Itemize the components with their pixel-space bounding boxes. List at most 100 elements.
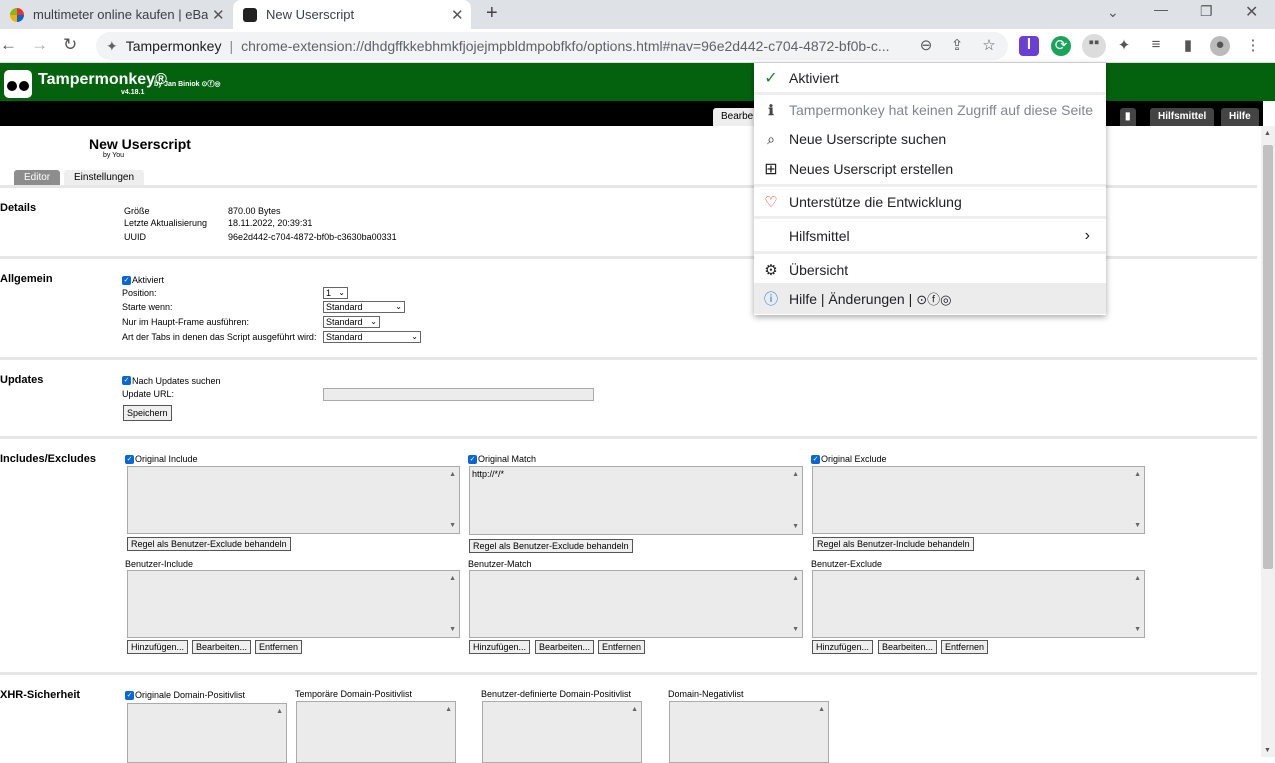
user-exclude-textarea[interactable]: ▲ ▼ <box>812 570 1145 638</box>
chevron-right-icon: › <box>1084 227 1090 244</box>
edit-button[interactable]: Bearbeiten... <box>192 640 252 654</box>
add-button[interactable]: Hinzufügen... <box>127 640 189 654</box>
menu-kebab-icon[interactable]: ⋮ <box>1243 36 1263 56</box>
close-window-icon[interactable]: ✕ <box>1245 2 1258 22</box>
treat-as-include-button[interactable]: Regel als Benutzer-Include behandeln <box>813 537 974 551</box>
divider <box>0 672 1257 675</box>
script-author: by You <box>103 152 125 159</box>
info-i-icon: ℹ <box>768 101 774 118</box>
remove-button[interactable]: Entfernen <box>598 640 646 654</box>
user-exclude-label: Benutzer-Exclude <box>811 559 883 569</box>
original-domain-textarea[interactable]: ▲ <box>127 703 287 763</box>
updates-checkbox[interactable]: ✓ <box>122 376 131 385</box>
edit-button[interactable]: Bearbeiten... <box>535 640 595 654</box>
browser-tab-ebay[interactable]: multimeter online kaufen | eBay ✕ <box>0 0 233 29</box>
search-icon: ⌕ <box>767 130 775 147</box>
scroll-down-icon[interactable]: ▼ <box>1264 747 1271 754</box>
edit-button[interactable]: Bearbeiten... <box>878 640 938 654</box>
forward-icon[interactable]: → <box>31 35 48 55</box>
temp-domain-textarea[interactable]: ▲ <box>296 701 456 763</box>
section-updates: Updates <box>0 374 44 386</box>
menu-label: Neue Userscripte suchen <box>789 131 947 147</box>
menu-label: Hilfe | Änderungen | <box>789 290 913 307</box>
menu-item-find-scripts[interactable]: ⌕ Neue Userscripte suchen <box>754 125 1106 153</box>
subtab-settings[interactable]: Einstellungen <box>64 170 145 186</box>
save-button[interactable]: Speichern <box>123 405 172 421</box>
plus-box-icon: ⊞ <box>764 161 778 178</box>
update-url-label: Update URL: <box>122 389 175 399</box>
share-icon[interactable]: ⇪ <box>947 36 967 56</box>
menu-item-hilfsmittel[interactable]: Hilfsmittel › <box>754 222 1106 250</box>
back-icon[interactable]: ← <box>0 35 17 55</box>
original-domain-checkbox[interactable]: ✓ <box>125 691 134 700</box>
url-text: chrome-extension://dhdgffkkebhmkfjojejmp… <box>241 38 890 54</box>
extension-name: Tampermonkey <box>125 38 222 54</box>
browser-tab-strip: multimeter online kaufen | eBay ✕ New Us… <box>0 0 1275 29</box>
side-panel-icon[interactable]: ▮ <box>1178 36 1198 56</box>
close-tab-icon[interactable]: ✕ <box>212 6 225 24</box>
trash-tab-icon[interactable]: ▮ <box>1120 108 1136 126</box>
negative-domain-textarea[interactable]: ▲ <box>669 701 829 763</box>
tab-hilfsmittel[interactable]: Hilfsmittel <box>1150 108 1215 126</box>
reload-icon[interactable]: ↻ <box>63 35 77 55</box>
original-include-checkbox[interactable]: ✓ <box>125 455 134 464</box>
address-bar[interactable]: ✦ Tampermonkey | chrome-extension://dhdg… <box>96 32 1008 60</box>
original-domain-label: Originale Domain-Positivlist <box>135 690 246 700</box>
original-match-label: Original Match <box>478 454 537 464</box>
original-match-textarea[interactable]: http://*/* ▲ ▼ <box>469 466 803 535</box>
menu-item-help[interactable]: ⓘ Hilfe | Änderungen | ⊙ⓕ◎ <box>754 283 1106 314</box>
original-include-textarea[interactable]: ▲ ▼ <box>127 466 460 534</box>
tm-author: by Jan Biniok ⊙ⓕ◎ <box>154 81 221 88</box>
tab-search-icon[interactable]: ⌄ <box>1107 4 1119 21</box>
scrollbar-thumb[interactable] <box>1263 145 1273 569</box>
aktiviert-checkbox[interactable]: ✓ <box>122 276 131 285</box>
check-icon: ✓ <box>764 70 778 87</box>
menu-separator <box>754 92 1106 95</box>
zoom-icon[interactable]: ⊖ <box>916 36 936 56</box>
menu-separator <box>754 251 1106 254</box>
original-exclude-textarea[interactable]: ▲ ▼ <box>812 466 1145 534</box>
remove-button[interactable]: Entfernen <box>941 640 989 654</box>
tab-hilfe[interactable]: Hilfe <box>1221 108 1259 126</box>
starte-select[interactable]: Standard ⌄ <box>323 301 405 313</box>
tabs-select[interactable]: Standard ⌄ <box>323 331 421 343</box>
profile-avatar[interactable]: ● <box>1210 36 1230 56</box>
user-domain-textarea[interactable]: ▲ <box>482 701 642 763</box>
menu-item-aktiviert[interactable]: ✓ Aktiviert <box>754 64 1106 92</box>
tab-title: multimeter online kaufen | eBay <box>33 7 208 22</box>
user-include-textarea[interactable]: ▲ ▼ <box>127 570 460 638</box>
tab-title: New Userscript <box>266 7 355 22</box>
add-button[interactable]: Hinzufügen... <box>812 640 874 654</box>
menu-item-overview[interactable]: ⚙ Übersicht <box>754 256 1106 284</box>
extensions-puzzle-icon[interactable]: ✦ <box>1114 36 1134 56</box>
original-match-checkbox[interactable]: ✓ <box>468 455 477 464</box>
original-exclude-checkbox[interactable]: ✓ <box>811 455 820 464</box>
section-allgemein: Allgemein <box>0 273 53 285</box>
restore-icon[interactable]: ❐ <box>1200 3 1213 20</box>
scroll-up-icon[interactable]: ▲ <box>1264 130 1271 137</box>
new-tab-button[interactable]: + <box>486 2 498 25</box>
browser-tab-userscript[interactable]: New Userscript ✕ <box>233 0 471 29</box>
minimize-icon[interactable]: — <box>1154 1 1168 17</box>
divider <box>0 436 1257 439</box>
social-icons[interactable]: ⊙ⓕ◎ <box>916 289 951 308</box>
close-tab-icon[interactable]: ✕ <box>451 6 464 24</box>
position-select[interactable]: 1 ⌄ <box>323 287 348 299</box>
remove-button[interactable]: Entfernen <box>255 640 303 654</box>
original-exclude-label: Original Exclude <box>821 454 887 464</box>
user-match-textarea[interactable]: ▲ ▼ <box>469 570 803 638</box>
heart-icon: ♡ <box>764 194 778 211</box>
treat-as-exclude-button[interactable]: Regel als Benutzer-Exclude behandeln <box>127 537 291 551</box>
subtab-editor[interactable]: Editor <box>14 170 61 186</box>
extension-l-icon[interactable]: l <box>1019 36 1039 56</box>
reading-list-icon[interactable]: ≡ <box>1146 36 1166 56</box>
extension-sync-icon[interactable]: ⟳ <box>1051 36 1071 56</box>
treat-as-exclude-button[interactable]: Regel als Benutzer-Exclude behandeln <box>469 539 633 553</box>
update-url-input[interactable] <box>323 388 594 401</box>
menu-item-new-script[interactable]: ⊞ Neues Userscript erstellen <box>754 155 1106 183</box>
add-button[interactable]: Hinzufügen... <box>469 640 531 654</box>
tampermonkey-extension-icon[interactable]: ▪▪ <box>1082 34 1106 58</box>
frame-select[interactable]: Standard ⌄ <box>323 316 380 328</box>
bookmark-star-icon[interactable]: ☆ <box>979 36 999 56</box>
menu-item-support[interactable]: ♡ Unterstütze die Entwicklung <box>754 188 1106 216</box>
